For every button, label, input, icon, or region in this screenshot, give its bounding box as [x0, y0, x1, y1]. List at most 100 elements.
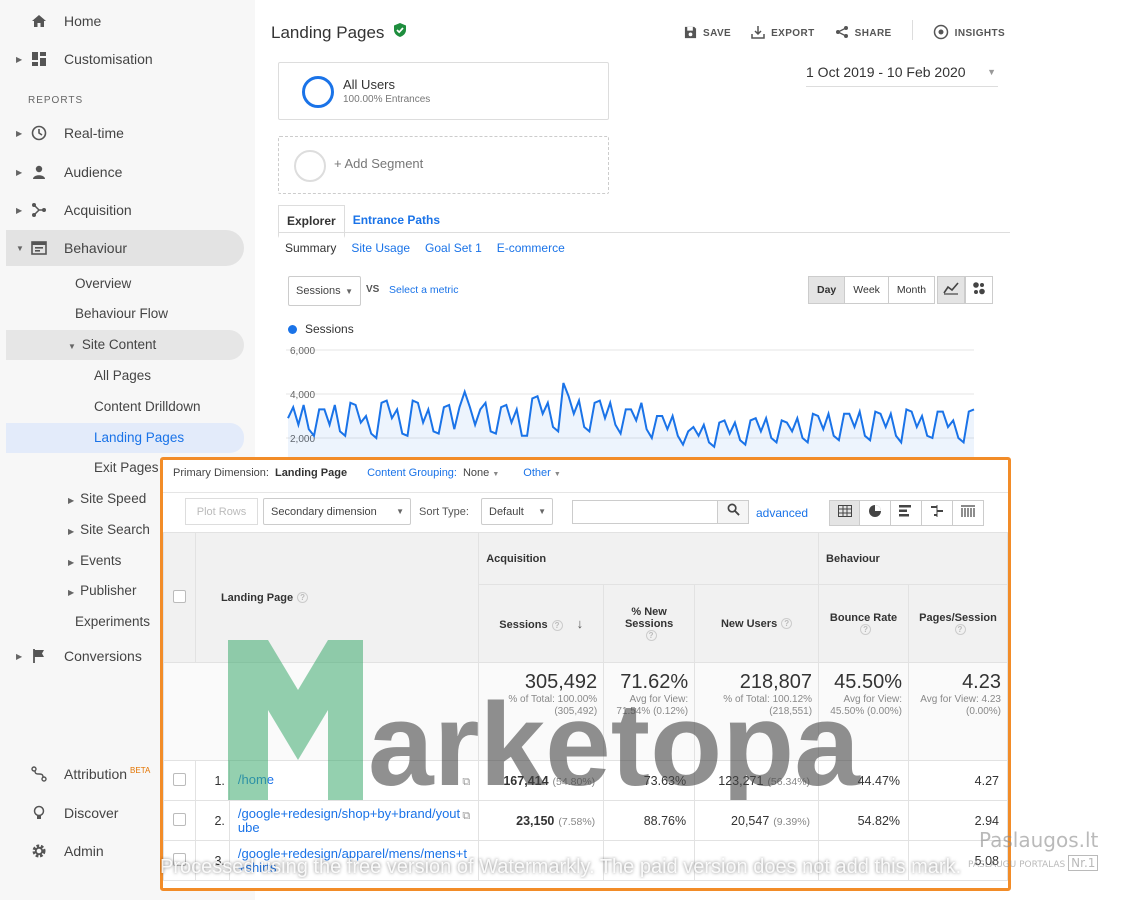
subtab-site-usage[interactable]: Site Usage — [351, 241, 410, 255]
other-dimension-select[interactable]: Other ▼ — [523, 467, 561, 479]
landing-page-link[interactable]: /google+redesign/shop+by+brand/youtube — [238, 806, 460, 835]
week-button[interactable]: Week — [845, 276, 889, 304]
chart-type-toggle — [937, 276, 993, 304]
sidebar-item-home[interactable]: Home — [6, 3, 242, 39]
sidebar-item-site-speed[interactable]: ▶ Site Speed — [68, 491, 146, 506]
pie-view-button[interactable] — [860, 500, 891, 526]
content-grouping-select[interactable]: None ▼ — [463, 467, 499, 479]
insights-button[interactable]: INSIGHTS — [933, 24, 1005, 43]
y-tick-label: 6,000 — [290, 346, 315, 357]
sort-type-label: Sort Type: — [419, 506, 469, 518]
row-select-cell — [163, 800, 196, 841]
chevron-down-icon: ▼ — [553, 471, 561, 478]
new-sessions-cell: 88.76% — [603, 800, 696, 841]
sidebar-item-customisation[interactable]: ▶ Customisation — [6, 41, 242, 77]
select-all-checkbox[interactable] — [172, 589, 186, 603]
search-button[interactable] — [717, 500, 749, 524]
segment-all-users[interactable]: All Users 100.00% Entrances — [278, 62, 609, 120]
content-grouping-label: Content Grouping: — [367, 467, 457, 479]
pivot-view-button[interactable] — [953, 500, 984, 526]
col-new-users-header[interactable]: New Users? — [694, 584, 820, 663]
subtab-ecommerce[interactable]: E-commerce — [497, 241, 565, 255]
line-chart-icon — [943, 281, 959, 300]
sidebar-item-exit-pages[interactable]: Exit Pages — [94, 460, 159, 475]
tab-entrance-paths[interactable]: Entrance Paths — [345, 205, 448, 238]
plot-rows-button[interactable]: Plot Rows — [185, 498, 258, 525]
col-pages-session-header[interactable]: Pages/Session? — [908, 584, 1008, 663]
lightbulb-icon — [30, 804, 48, 822]
row-checkbox[interactable] — [172, 812, 186, 826]
subtab-goal-set-1[interactable]: Goal Set 1 — [425, 241, 482, 255]
verified-shield-icon — [392, 22, 408, 43]
add-segment-circle-icon — [294, 150, 326, 182]
help-icon: ? — [645, 630, 657, 642]
sidebar-item-content-drilldown[interactable]: Content Drilldown — [94, 399, 201, 414]
behaviour-icon — [30, 239, 48, 257]
day-button[interactable]: Day — [808, 276, 846, 304]
sidebar-item-realtime[interactable]: ▶ Real-time — [6, 115, 242, 151]
acquisition-icon — [30, 201, 48, 219]
line-chart-button[interactable] — [937, 276, 965, 304]
share-button[interactable]: SHARE — [835, 24, 892, 43]
metric-select[interactable]: Sessions ▼ — [288, 276, 361, 306]
sessions-area — [288, 383, 974, 462]
sidebar-item-overview[interactable]: Overview — [75, 276, 131, 291]
landing-page-cell: ⧉ /home — [228, 760, 480, 801]
landing-page-link[interactable]: /home — [238, 772, 274, 787]
col-new-sessions-header[interactable]: % New Sessions? — [603, 584, 696, 663]
segment-circle-icon — [302, 76, 334, 108]
sidebar-item-events[interactable]: ▶ Events — [68, 553, 121, 568]
chevron-down-icon: ▼ — [538, 507, 546, 516]
caret-right-icon: ▶ — [16, 205, 23, 215]
landing-pages-table: Landing Page? Acquisition Behaviour Sess… — [163, 532, 1008, 881]
sidebar-item-site-search[interactable]: ▶ Site Search — [68, 522, 150, 537]
add-segment-button[interactable]: + Add Segment — [278, 136, 609, 194]
row-checkbox[interactable] — [172, 772, 186, 786]
performance-view-button[interactable] — [891, 500, 922, 526]
date-range-picker[interactable]: 1 Oct 2019 - 10 Feb 2020 ▼ — [806, 64, 998, 87]
subtab-summary[interactable]: Summary — [285, 241, 336, 255]
col-sessions-header[interactable]: Sessions? ↓ — [478, 584, 605, 663]
save-button[interactable]: SAVE — [684, 24, 731, 43]
help-icon: ? — [297, 592, 309, 604]
sessions-cell: 23,150 (7.58%) — [478, 800, 605, 841]
clock-icon — [30, 124, 48, 142]
sidebar-item-audience[interactable]: ▶ Audience — [6, 154, 242, 190]
sort-type-select[interactable]: Default ▼ — [481, 498, 553, 525]
sidebar-item-all-pages[interactable]: All Pages — [94, 368, 151, 383]
motion-chart-button[interactable] — [965, 276, 993, 304]
secondary-dimension-select[interactable]: Secondary dimension ▼ — [263, 498, 411, 525]
sidebar-item-behaviour-flow[interactable]: Behaviour Flow — [75, 306, 168, 321]
pages-session-cell: 4.27 — [908, 760, 1008, 801]
data-view-button[interactable] — [829, 500, 860, 526]
open-page-icon[interactable]: ⧉ — [462, 775, 470, 789]
select-metric-link[interactable]: Select a metric — [389, 284, 458, 296]
report-tabs: Explorer Entrance Paths — [278, 205, 448, 238]
explorer-subtabs: Summary Site Usage Goal Set 1 E-commerce — [285, 241, 565, 255]
chart-legend: Sessions — [288, 322, 354, 336]
totals-new-sessions: 71.62% Avg for View: 71.54% (0.12%) — [603, 662, 696, 761]
export-button[interactable]: EXPORT — [751, 24, 815, 43]
open-page-icon[interactable]: ⧉ — [462, 809, 470, 823]
row-select-cell — [163, 760, 196, 801]
gear-icon — [30, 842, 48, 860]
primary-dimension-landing-page[interactable]: Landing Page — [275, 467, 347, 479]
sidebar-item-site-content[interactable]: ▼ Site Content — [6, 330, 244, 360]
month-button[interactable]: Month — [888, 276, 936, 304]
bounce-rate-cell: 54.82% — [818, 800, 910, 841]
col-landing-page-header[interactable]: Landing Page? — [194, 532, 480, 663]
watermark-notice: Processed using the free version of Wate… — [160, 856, 962, 878]
sidebar-item-publisher[interactable]: ▶ Publisher — [68, 583, 136, 598]
totals-pages-session: 4.23 Avg for View: 4.23 (0.00%) — [908, 662, 1008, 761]
advanced-filter-link[interactable]: advanced — [756, 506, 808, 520]
sidebar-item-behaviour[interactable]: ▼ Behaviour — [6, 230, 244, 266]
select-all-cell — [163, 532, 196, 663]
tab-explorer[interactable]: Explorer — [278, 205, 345, 238]
sidebar-item-acquisition[interactable]: ▶ Acquisition — [6, 192, 242, 228]
col-bounce-rate-header[interactable]: Bounce Rate? — [818, 584, 910, 663]
comparison-view-button[interactable] — [922, 500, 953, 526]
insights-icon — [933, 24, 949, 43]
sidebar-item-experiments[interactable]: Experiments — [75, 614, 150, 629]
tab-divider — [278, 232, 1010, 233]
sidebar-item-landing-pages[interactable]: Landing Pages — [6, 423, 244, 453]
